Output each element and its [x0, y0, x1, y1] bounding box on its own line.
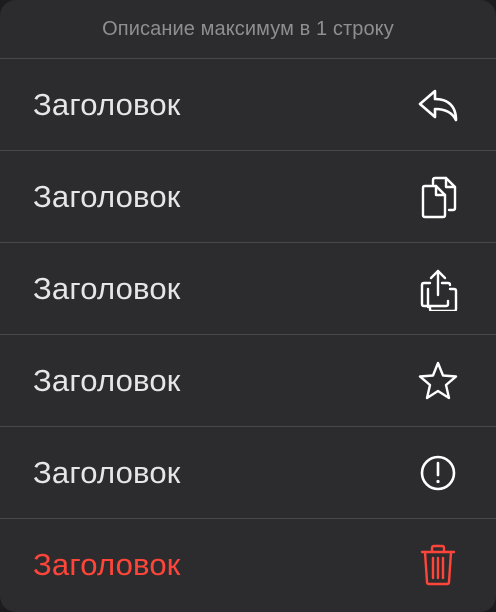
- menu-description: Описание максимум в 1 строку: [0, 0, 496, 59]
- menu-item-label: Заголовок: [33, 547, 181, 582]
- trash-icon: [416, 543, 460, 587]
- menu-item-copy[interactable]: Заголовок: [0, 151, 496, 243]
- menu-item-share[interactable]: Заголовок: [0, 243, 496, 335]
- copy-icon: [416, 175, 460, 219]
- menu-item-label: Заголовок: [33, 362, 181, 398]
- menu-item-report[interactable]: Заголовок: [0, 427, 496, 519]
- menu-item-delete[interactable]: Заголовок: [0, 519, 496, 611]
- menu-item-label: Заголовок: [33, 178, 181, 214]
- context-menu: Описание максимум в 1 строку Заголовок З…: [0, 0, 496, 612]
- menu-item-reply[interactable]: Заголовок: [0, 59, 496, 151]
- star-icon: [416, 359, 460, 403]
- share-icon: [416, 267, 460, 311]
- menu-item-label: Заголовок: [33, 454, 181, 490]
- reply-icon: [416, 83, 460, 127]
- menu-item-label: Заголовок: [33, 270, 181, 306]
- menu-item-favorite[interactable]: Заголовок: [0, 335, 496, 427]
- menu-item-label: Заголовок: [33, 86, 181, 122]
- exclamation-circle-icon: [416, 451, 460, 495]
